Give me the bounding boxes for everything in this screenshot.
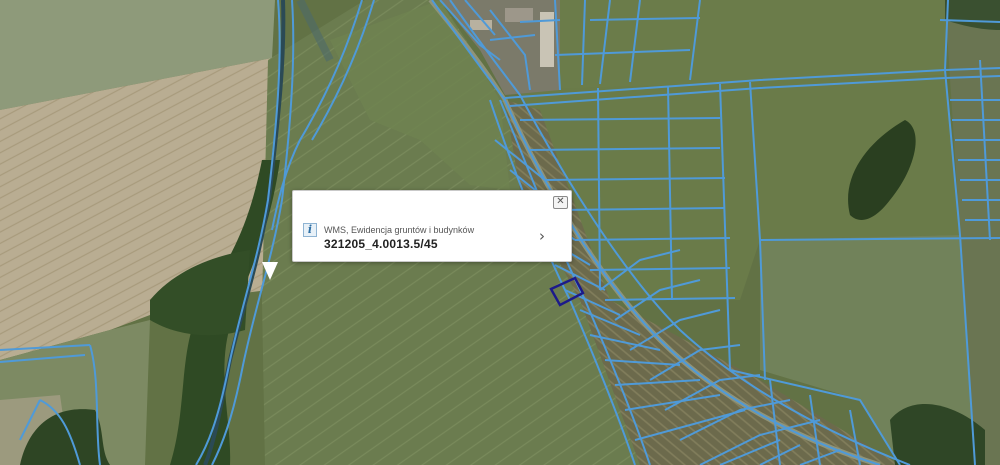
info-icon: i	[303, 223, 317, 237]
chevron-right-icon[interactable]: ›	[539, 227, 545, 245]
close-icon: ✕	[556, 196, 565, 207]
layer-name: WMS, Ewidencja gruntów i budynków	[324, 225, 475, 235]
feature-info-popup: ✕ i WMS, Ewidencja gruntów i budynków 32…	[292, 190, 572, 262]
feature-result-row[interactable]: i WMS, Ewidencja gruntów i budynków 3212…	[301, 219, 563, 253]
parcel-id: 321205_4.0013.5/45	[324, 237, 438, 251]
popup-pointer	[262, 262, 278, 280]
close-button[interactable]: ✕	[553, 196, 568, 209]
